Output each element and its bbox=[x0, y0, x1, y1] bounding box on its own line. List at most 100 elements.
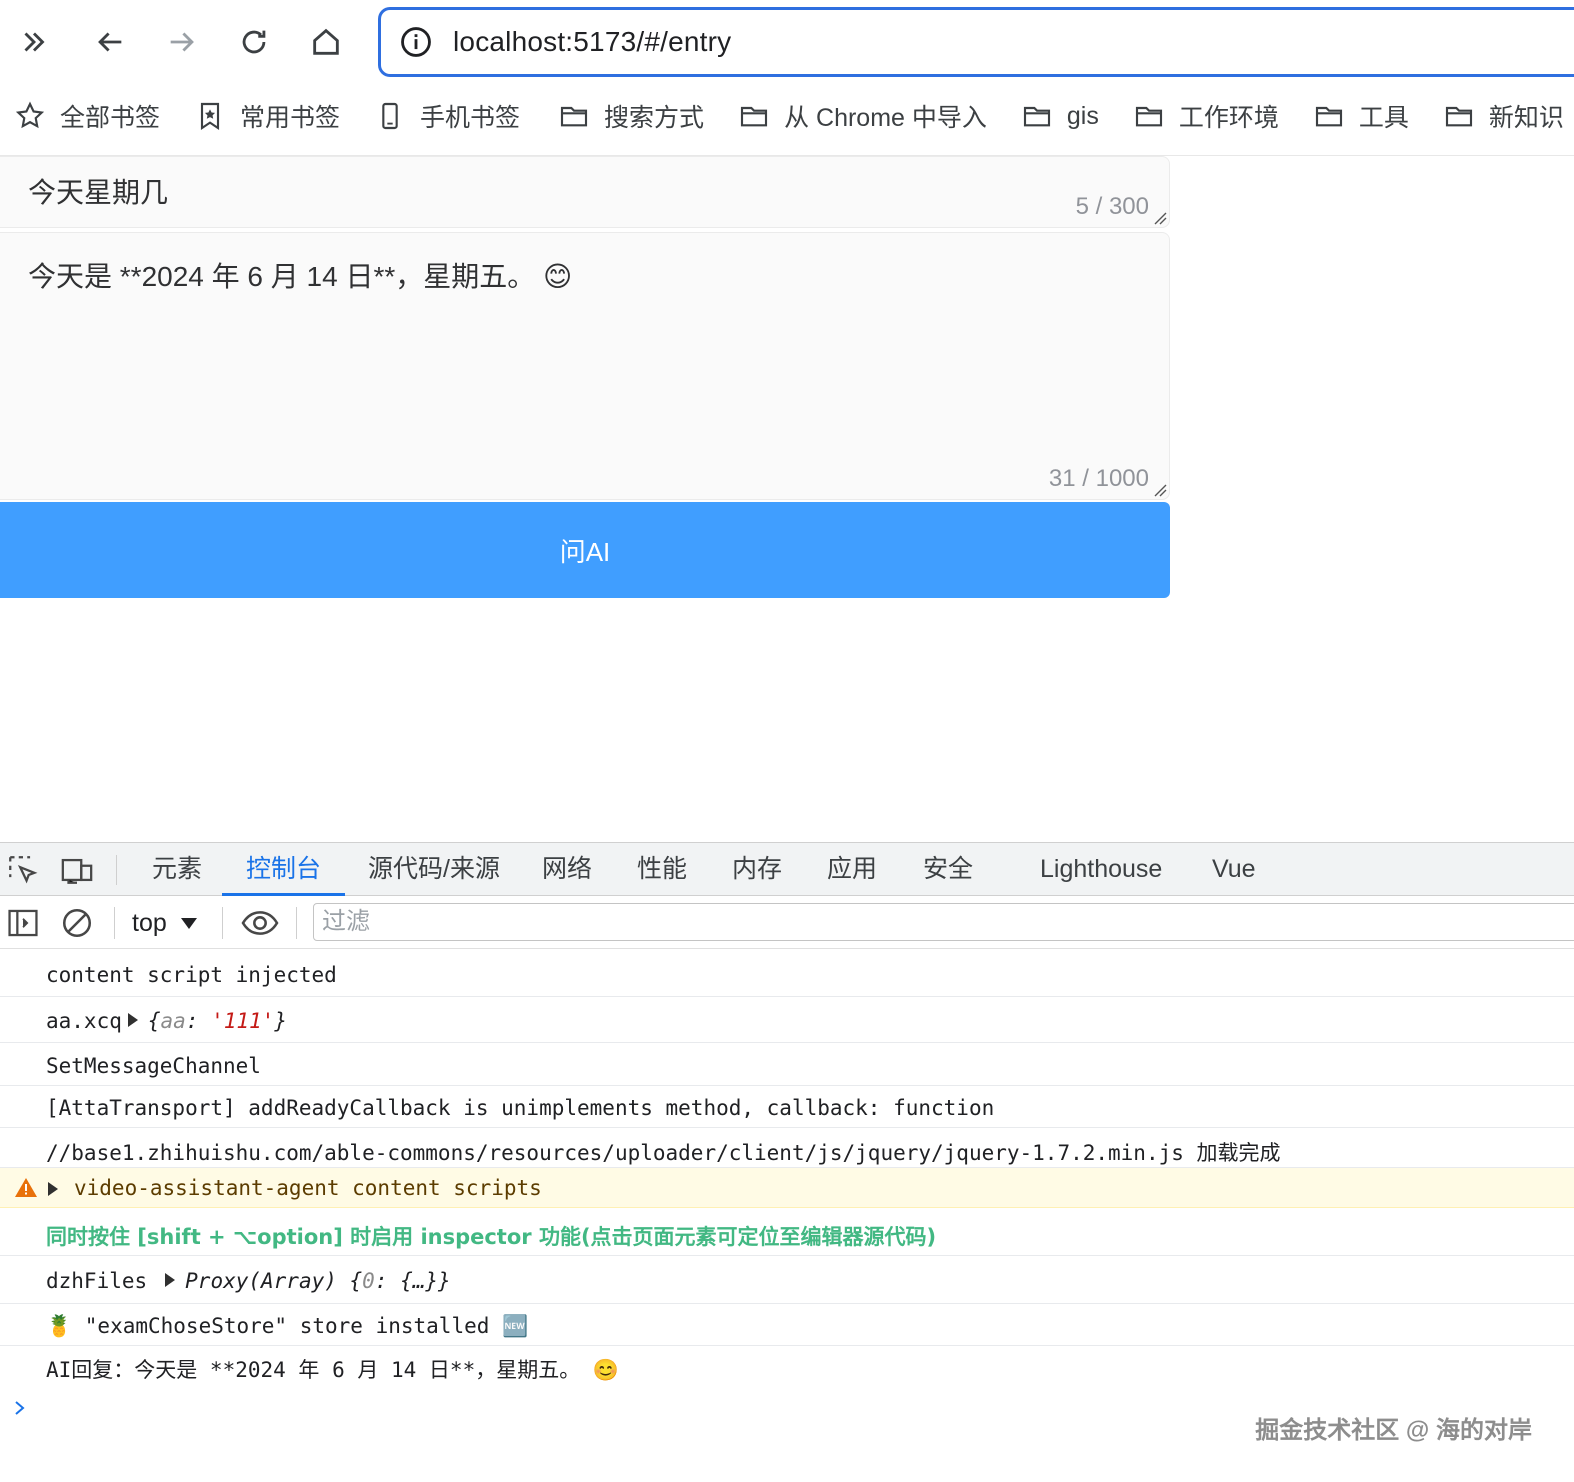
log-text: [AttaTransport] addReadyCallback is unim… bbox=[46, 1096, 995, 1120]
question-value[interactable]: 今天星期几 bbox=[28, 171, 168, 211]
tab-network[interactable]: 网络 bbox=[540, 843, 594, 896]
console-message: AI回复：今天是 **2024 年 6 月 14 日**，星期五。 😊 bbox=[0, 1346, 1574, 1386]
star-icon bbox=[15, 101, 45, 129]
folder-icon bbox=[1135, 106, 1162, 127]
console-output: content script injected aa.xcq {aa: '111'… bbox=[0, 950, 1574, 1386]
expand-triangle-icon[interactable] bbox=[127, 1013, 138, 1027]
watermark: 掘金技术社区 @ 海的对岸 bbox=[1255, 1417, 1532, 1444]
object-value: '111' bbox=[211, 1009, 275, 1033]
console-message: 同时按住 [shift + ⌥option] 时启用 inspector 功能(… bbox=[0, 1208, 1574, 1256]
console-toolbar: top 过滤 bbox=[0, 897, 1574, 949]
devtools-tab-bar: 元素 控制台 源代码/来源 网络 性能 内存 应用 安全 Lighthouse … bbox=[0, 842, 1574, 896]
url-text[interactable]: localhost:5173/#/entry bbox=[453, 26, 731, 58]
bookmark-label: 从 Chrome 中导入 bbox=[784, 104, 987, 132]
log-text: video-assistant-agent content scripts bbox=[74, 1176, 542, 1200]
expand-sidebar-icon[interactable] bbox=[14, 22, 54, 62]
bookmarks-bar: 全部书签 常用书签 手机书签 搜索方式 从 Chrome 中导入 gis 工作环… bbox=[0, 88, 1574, 144]
tab-divider bbox=[116, 855, 117, 885]
resize-handle-icon[interactable] bbox=[1153, 483, 1167, 497]
console-message: //base1.zhihuishu.com/able-commons/resou… bbox=[0, 1128, 1574, 1168]
tab-lighthouse[interactable]: Lighthouse bbox=[1038, 843, 1164, 896]
console-message: SetMessageChannel bbox=[0, 1043, 1574, 1086]
bookmark-label: 手机书签 bbox=[420, 104, 521, 132]
tab-sources[interactable]: 源代码/来源 bbox=[366, 843, 502, 896]
live-expression-eye-icon[interactable] bbox=[240, 906, 280, 940]
device-toolbar-icon[interactable] bbox=[60, 853, 94, 887]
tab-security[interactable]: 安全 bbox=[921, 843, 975, 896]
tab-console[interactable]: 控制台 bbox=[222, 843, 346, 896]
bookmark-label: 常用书签 bbox=[240, 104, 341, 132]
bookmark-common[interactable]: 常用书签 bbox=[194, 98, 340, 134]
log-text: 🍍 "examChoseStore" store installed 🆕 bbox=[46, 1314, 529, 1338]
bookmark-icon bbox=[200, 102, 220, 130]
bookmark-folder-tools[interactable]: 工具 bbox=[1313, 98, 1409, 134]
log-text: aa.xcq {aa: '111'} bbox=[46, 1009, 287, 1033]
console-message: dzhFiles Proxy(Array) {0: {…}} bbox=[0, 1256, 1574, 1304]
reload-button[interactable] bbox=[234, 22, 274, 62]
bookmark-all[interactable]: 全部书签 bbox=[14, 98, 160, 134]
log-label: aa.xcq bbox=[46, 1009, 122, 1033]
context-value[interactable]: top bbox=[132, 909, 167, 938]
back-button[interactable] bbox=[90, 22, 130, 62]
phone-icon bbox=[382, 102, 398, 130]
bookmark-label: 工作环境 bbox=[1178, 104, 1279, 132]
log-text: dzhFiles Proxy(Array) {0: {…}} bbox=[46, 1269, 451, 1293]
console-prompt-icon[interactable] bbox=[12, 1398, 28, 1418]
tab-vue[interactable]: Vue bbox=[1210, 843, 1258, 896]
object-key: 0 bbox=[362, 1269, 375, 1293]
bookmark-folder-import[interactable]: 从 Chrome 中导入 bbox=[738, 98, 987, 134]
object-preview[interactable]: {aa: '111'} bbox=[148, 1009, 287, 1033]
log-text: 同时按住 [shift + ⌥option] 时启用 inspector 功能(… bbox=[46, 1225, 937, 1249]
forward-button[interactable] bbox=[162, 22, 202, 62]
expand-triangle-icon[interactable] bbox=[165, 1273, 176, 1287]
tab-performance[interactable]: 性能 bbox=[635, 843, 689, 896]
console-warning: video-assistant-agent content scripts bbox=[0, 1168, 1574, 1208]
site-info-icon[interactable] bbox=[399, 25, 433, 59]
home-button[interactable] bbox=[306, 22, 346, 62]
dropdown-caret-icon bbox=[180, 917, 197, 929]
folder-icon bbox=[560, 106, 588, 127]
expand-triangle-icon[interactable] bbox=[48, 1182, 58, 1196]
browser-toolbar: localhost:5173/#/entry bbox=[0, 0, 1574, 84]
ask-ai-button[interactable]: 问AI bbox=[0, 502, 1170, 598]
toolbar-divider bbox=[222, 907, 223, 939]
tab-memory[interactable]: 内存 bbox=[730, 843, 784, 896]
console-message: content script injected bbox=[0, 950, 1574, 997]
tab-elements[interactable]: 元素 bbox=[150, 843, 204, 896]
bookmark-folder-knowledge[interactable]: 新知识 bbox=[1443, 98, 1564, 134]
log-label: dzhFiles bbox=[46, 1269, 148, 1293]
toolbar-divider bbox=[296, 907, 297, 939]
inspect-element-icon[interactable] bbox=[6, 853, 40, 887]
clear-console-icon[interactable] bbox=[60, 906, 94, 940]
log-text: content script injected bbox=[46, 963, 337, 987]
log-text: SetMessageChannel bbox=[46, 1054, 261, 1078]
question-textarea[interactable]: 今天星期几 5 / 300 bbox=[0, 156, 1170, 228]
bookmark-folder-work[interactable]: 工作环境 bbox=[1133, 98, 1279, 134]
console-message: [AttaTransport] addReadyCallback is unim… bbox=[0, 1086, 1574, 1128]
log-text: AI回复：今天是 **2024 年 6 月 14 日**，星期五。 😊 bbox=[46, 1358, 620, 1382]
tab-application[interactable]: 应用 bbox=[825, 843, 879, 896]
question-char-count: 5 / 300 bbox=[1075, 193, 1149, 220]
log-text: //base1.zhihuishu.com/able-commons/resou… bbox=[46, 1141, 1281, 1165]
bookmark-folder-gis[interactable]: gis bbox=[1021, 100, 1099, 132]
filter-input[interactable]: 过滤 bbox=[313, 903, 1574, 941]
console-message: aa.xcq {aa: '111'} bbox=[0, 997, 1574, 1043]
object-type: Proxy(Array) bbox=[185, 1269, 337, 1293]
folder-icon bbox=[1023, 106, 1050, 127]
answer-char-count: 31 / 1000 bbox=[1048, 465, 1149, 492]
bookmark-folder-search[interactable]: 搜索方式 bbox=[558, 98, 704, 134]
console-message: 🍍 "examChoseStore" store installed 🆕 bbox=[0, 1304, 1574, 1346]
object-key: aa bbox=[160, 1009, 186, 1033]
answer-value[interactable]: 今天是 **2024 年 6 月 14 日**，星期五。 😊 bbox=[28, 255, 572, 295]
folder-icon bbox=[740, 106, 768, 127]
answer-textarea[interactable]: 今天是 **2024 年 6 月 14 日**，星期五。 😊 31 / 1000 bbox=[0, 232, 1170, 500]
bookmark-label: 新知识 bbox=[1488, 104, 1564, 132]
resize-handle-icon[interactable] bbox=[1153, 211, 1167, 225]
address-bar[interactable]: localhost:5173/#/entry bbox=[378, 7, 1574, 77]
sidebar-toggle-icon[interactable] bbox=[6, 906, 40, 940]
bookmark-label: gis bbox=[1066, 101, 1099, 130]
object-preview[interactable]: Proxy(Array) {0: {…}} bbox=[185, 1269, 451, 1293]
bookmark-mobile[interactable]: 手机书签 bbox=[374, 98, 520, 134]
folder-icon bbox=[1315, 106, 1342, 127]
context-select[interactable]: top bbox=[132, 905, 197, 941]
